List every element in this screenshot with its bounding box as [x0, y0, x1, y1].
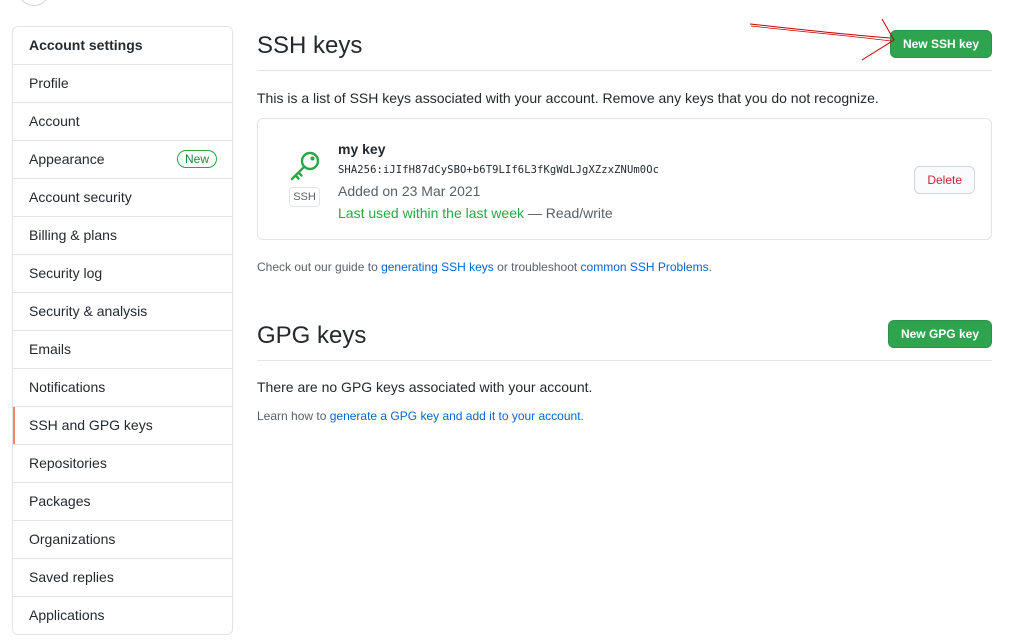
help-middle: or troubleshoot [493, 260, 581, 274]
sidebar-item-profile[interactable]: Profile [13, 65, 232, 103]
sidebar-item-security-log[interactable]: Security log [13, 255, 232, 293]
sidebar-item-label: Security & analysis [29, 303, 148, 319]
ssh-type-label: SSH [289, 187, 320, 207]
access-level: Read/write [545, 205, 613, 221]
ssh-key-item: SSH my key SHA256:iJIfH87dCySBO+b6T9LIf6… [257, 118, 992, 240]
key-icon [289, 150, 323, 187]
sidebar-item-label: Repositories [29, 455, 107, 471]
last-used-text: Last used within the last week [338, 205, 524, 221]
sidebar-item-organizations[interactable]: Organizations [13, 521, 232, 559]
sidebar-item-notifications[interactable]: Notifications [13, 369, 232, 407]
separator: — [524, 205, 546, 221]
generate-gpg-key-link[interactable]: generate a GPG key and add it to your ac… [330, 409, 581, 423]
sidebar-item-label: Security log [29, 265, 103, 281]
sidebar-item-label: Saved replies [29, 569, 114, 585]
help-prefix: Learn how to [257, 409, 330, 423]
sidebar-item-label: SSH and GPG keys [29, 417, 153, 433]
sidebar-item-label: Account security [29, 189, 132, 205]
gpg-keys-title: GPG keys [257, 322, 367, 349]
sidebar-item-label: Packages [29, 493, 91, 509]
sidebar-header: Account settings [13, 27, 232, 65]
sidebar-item-label: Account [29, 113, 80, 129]
new-gpg-key-button[interactable]: New GPG key [887, 320, 992, 348]
sidebar-item-label: Appearance [29, 151, 105, 167]
generating-ssh-keys-link[interactable]: generating SSH keys [381, 260, 494, 274]
ssh-keys-title: SSH keys [257, 32, 363, 59]
sidebar-item-label: Emails [29, 341, 72, 357]
key-added-date: Added on 23 Mar 2021 [338, 183, 481, 199]
sidebar-item-label: Notifications [29, 379, 106, 395]
sidebar-item-packages[interactable]: Packages [13, 483, 232, 521]
sidebar-item-ssh-gpg-keys[interactable]: SSH and GPG keys [13, 407, 232, 445]
sidebar-item-account-security[interactable]: Account security [13, 179, 232, 217]
annotation-arrow-icon [749, 18, 895, 61]
key-fingerprint: SHA256:iJIfH87dCySBO+b6T9LIf6L3fKgWdLJgX… [338, 164, 660, 176]
new-ssh-key-button[interactable]: New SSH key [889, 30, 992, 58]
sidebar-item-applications[interactable]: Applications [13, 597, 232, 634]
gpg-help-text: Learn how to generate a GPG key and add … [257, 409, 584, 423]
sidebar-item-repositories[interactable]: Repositories [13, 445, 232, 483]
sidebar-item-appearance[interactable]: Appearance New [13, 141, 232, 179]
help-suffix: . [580, 409, 584, 423]
help-prefix: Check out our guide to [257, 260, 382, 274]
sidebar-item-saved-replies[interactable]: Saved replies [13, 559, 232, 597]
sidebar-item-emails[interactable]: Emails [13, 331, 232, 369]
delete-key-button[interactable]: Delete [914, 166, 975, 194]
sidebar-item-label: Organizations [29, 531, 116, 547]
sidebar-item-billing[interactable]: Billing & plans [13, 217, 232, 255]
sidebar-item-security-analysis[interactable]: Security & analysis [13, 293, 232, 331]
gpg-empty-text: There are no GPG keys associated with yo… [257, 379, 593, 395]
key-title: my key [338, 141, 386, 157]
ssh-help-text: Check out our guide to generating SSH ke… [257, 260, 712, 274]
sidebar-item-label: Applications [29, 607, 105, 623]
key-last-used: Last used within the last week — Read/wr… [338, 205, 613, 221]
gpg-section-header: GPG keys New GPG key [257, 316, 992, 361]
ssh-description: This is a list of SSH keys associated wi… [257, 90, 879, 106]
help-suffix: . [708, 260, 712, 274]
sidebar-item-label: Billing & plans [29, 227, 117, 243]
settings-sidebar: Account settings Profile Account Appeara… [12, 26, 233, 635]
sidebar-item-account[interactable]: Account [13, 103, 232, 141]
sidebar-item-label: Profile [29, 75, 69, 91]
new-badge: New [176, 150, 217, 168]
gpg-section: GPG keys New GPG key There are no GPG ke… [257, 316, 992, 423]
common-ssh-problems-link[interactable]: common SSH Problems [581, 260, 709, 274]
avatar[interactable] [18, 0, 50, 6]
